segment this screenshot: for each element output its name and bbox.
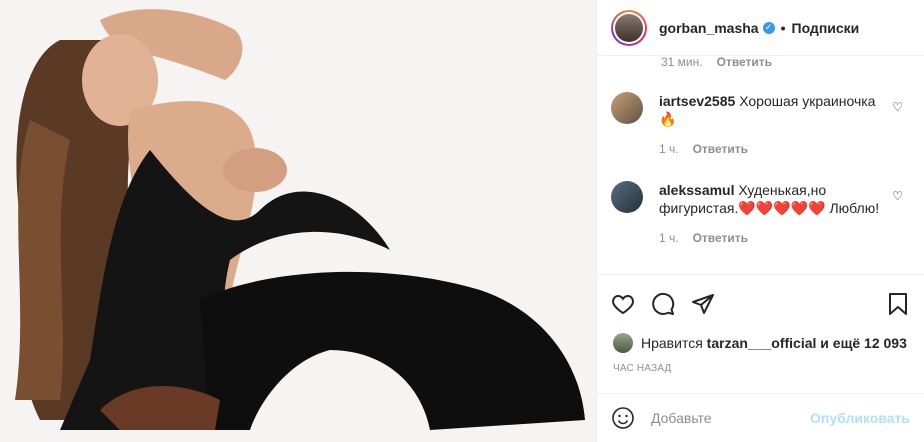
likes-prefix: Нравится xyxy=(641,335,703,351)
post-timestamp[interactable]: ЧАС НАЗАД xyxy=(613,363,672,374)
comment-time: 1 ч. xyxy=(659,231,679,245)
comment-time: 31 мин. xyxy=(661,56,703,69)
author-username[interactable]: gorban_masha xyxy=(659,20,759,36)
comment-time: 1 ч. xyxy=(659,142,679,156)
bookmark-icon[interactable] xyxy=(886,292,910,316)
commenter-username[interactable]: alekssamul xyxy=(659,182,735,198)
verified-badge-icon: ✓ xyxy=(762,21,775,34)
photo-illustration xyxy=(0,0,596,442)
comment-item: alekssamul Худенькая,но фигуристая.❤️❤️❤… xyxy=(611,181,911,247)
likes-count[interactable]: и ещё 12 093 xyxy=(820,335,907,351)
comment-like-heart-icon[interactable]: ♡ xyxy=(892,100,903,114)
emoji-icon[interactable] xyxy=(611,406,635,430)
separator-dot: • xyxy=(780,19,786,36)
commenter-avatar[interactable] xyxy=(611,92,643,124)
likes-summary: Нравится tarzan___official и ещё 12 093 xyxy=(613,333,914,353)
post-photo[interactable] xyxy=(0,0,596,442)
comment-icon[interactable] xyxy=(651,292,675,316)
reply-button[interactable]: Ответить xyxy=(717,56,772,69)
comment-meta: 1 ч. Ответить xyxy=(659,140,885,158)
comment-meta: 1 ч. Ответить xyxy=(659,229,885,247)
heart-icon[interactable] xyxy=(611,292,635,316)
share-icon[interactable] xyxy=(691,292,715,316)
following-button[interactable]: Подписки xyxy=(792,20,860,36)
comment-input[interactable]: Добавьте xyxy=(651,410,810,426)
liker-username[interactable]: tarzan___official xyxy=(707,335,817,351)
publish-button[interactable]: Опубликовать xyxy=(810,410,910,426)
post-sidebar: gorban_masha ✓ • Подписки 31 мин. Ответи… xyxy=(596,0,924,442)
liker-avatar[interactable] xyxy=(613,333,633,353)
author-avatar[interactable] xyxy=(611,9,647,46)
post-actions xyxy=(611,287,910,321)
comment-meta: 31 мин. Ответить xyxy=(661,56,772,69)
commenter-username[interactable]: iartsev2585 xyxy=(659,93,735,109)
add-comment-bar: Добавьте Опубликовать xyxy=(597,393,924,442)
commenter-avatar[interactable] xyxy=(611,181,643,213)
reply-button[interactable]: Ответить xyxy=(693,140,748,158)
reply-button[interactable]: Ответить xyxy=(693,229,748,247)
comment-like-heart-icon[interactable]: ♡ xyxy=(892,189,903,203)
instagram-post-view: gorban_masha ✓ • Подписки 31 мин. Ответи… xyxy=(0,0,924,442)
post-header: gorban_masha ✓ • Подписки xyxy=(597,0,924,56)
comment-item: iartsev2585 Хорошая украиночка🔥 1 ч. Отв… xyxy=(611,92,911,158)
comments-list[interactable]: 31 мин. Ответить iartsev2585 Хорошая укр… xyxy=(597,56,924,275)
